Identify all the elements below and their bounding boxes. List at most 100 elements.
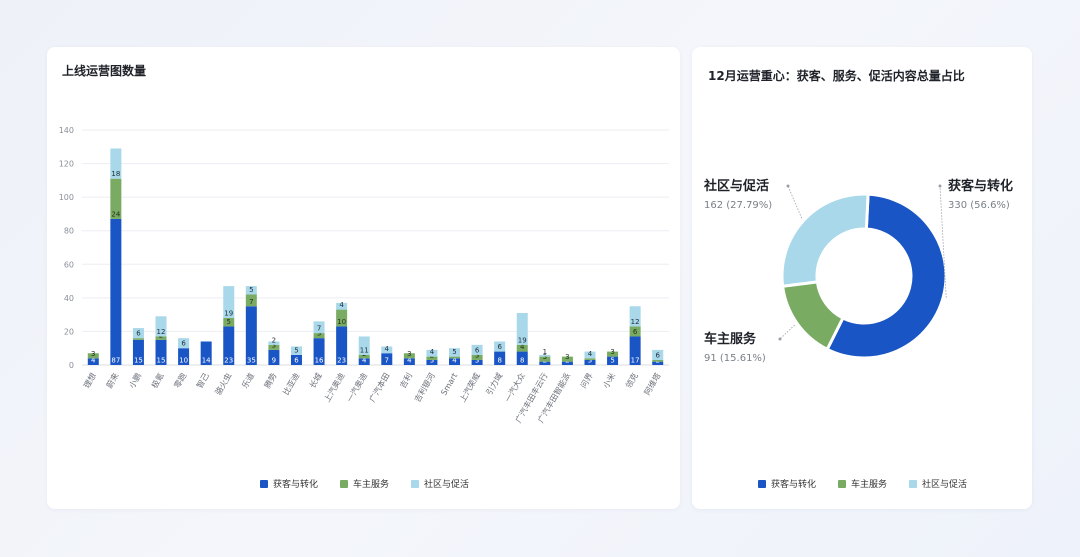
legend-item[interactable]: 车主服务 — [340, 477, 389, 490]
slice-name-label: 社区与促活 — [703, 178, 769, 194]
bar-value-label: 23 — [224, 357, 233, 365]
bar-value-label: 12 — [157, 328, 166, 336]
label-leader-line — [779, 324, 795, 340]
bar-value-label: 10 — [337, 318, 346, 326]
legend-swatch — [909, 479, 918, 488]
bar-value-label: 4 — [430, 348, 435, 356]
bar-value-label: 7 — [249, 298, 253, 306]
bar-value-label: 14 — [202, 357, 211, 365]
x-tick-label: 骆火虫 — [213, 371, 234, 397]
donut-chart: 获客与转化 330 (56.6%) 车主服务 91 (15.61%) 社区与促活 162 … — [703, 178, 1013, 364]
x-tick-label: 极氪 — [149, 371, 166, 390]
bar-value-label: 4 — [588, 350, 593, 358]
bar-value-label: 1 — [543, 348, 547, 356]
y-tick-label: 0 — [69, 361, 74, 370]
x-tick-label: 乐道 — [239, 371, 256, 390]
donut-slice — [780, 192, 870, 288]
x-tick-label: 上汽荣威 — [457, 371, 482, 404]
bar-value-label: 7 — [385, 357, 389, 365]
bar-value-label: 12 — [631, 318, 640, 326]
legend-item[interactable]: 获客与转化 — [260, 477, 318, 490]
leader-dot — [778, 337, 782, 341]
legend-item[interactable]: 获客与转化 — [758, 477, 816, 490]
bar-value-label: 2 — [272, 336, 276, 344]
bar-value-label: 5 — [294, 346, 298, 354]
bar-value-label: 35 — [247, 357, 256, 365]
bar-value-label: 7 — [317, 325, 321, 333]
bar-chart-legend: 获客与转化 车主服务 社区与促活 — [260, 477, 469, 490]
x-tick-label: 领克 — [623, 371, 640, 390]
x-tick-label: 腾势 — [262, 371, 279, 390]
bar-chart-card: 上线运营图数量 0 20 40 60 80 100 120 140 4 3 理想 87 24 18 蔚来 15… — [47, 47, 680, 509]
bar-value-label: 5 — [610, 357, 614, 365]
x-tick-label: 广汽本田 — [367, 371, 392, 404]
legend-swatch — [260, 479, 268, 488]
slice-value-label: 330 (56.6%) — [948, 200, 1010, 211]
bar-value-label: 9 — [272, 357, 276, 365]
legend-swatch — [411, 479, 420, 488]
bar-value-label: 3 — [91, 350, 95, 358]
bar-value-label: 4 — [385, 345, 390, 353]
x-tick-label: 引力域 — [484, 371, 505, 397]
leader-dot — [786, 184, 790, 188]
y-tick-label: 120 — [59, 160, 74, 169]
x-tick-label: 零跑 — [173, 372, 189, 390]
donut-chart-legend: 获客与转化 车主服务 社区与促活 — [758, 477, 967, 490]
bar-value-label: 24 — [111, 210, 120, 218]
slice-name-label: 车主服务 — [704, 331, 757, 347]
bar-value-label: 3 — [565, 353, 569, 361]
bar-value-label: 23 — [337, 357, 346, 365]
bar-value-label: 11 — [360, 346, 369, 354]
bar-value-label: 6 — [475, 346, 480, 354]
legend-swatch — [340, 479, 349, 488]
x-tick-label: 理想 — [81, 371, 98, 390]
bar-value-label: 17 — [631, 357, 640, 365]
bar-value-label: 6 — [136, 330, 141, 338]
bar-value-label: 16 — [315, 357, 324, 365]
legend-label: 车主服务 — [851, 480, 888, 490]
legend-item[interactable]: 社区与促活 — [411, 477, 469, 490]
x-tick-label: 小鹏 — [127, 371, 144, 390]
label-leader-line — [787, 185, 803, 219]
y-gridlines: 0 20 40 60 80 100 120 140 — [59, 126, 669, 370]
slice-name-label: 获客与转化 — [948, 178, 1013, 194]
legend-swatch — [838, 479, 847, 488]
y-tick-label: 20 — [64, 327, 74, 336]
bar-value-label: 10 — [179, 357, 188, 365]
x-tick-label: 吉利银河 — [412, 371, 437, 404]
x-tick-label: 小米 — [601, 371, 618, 390]
y-tick-label: 80 — [64, 227, 74, 236]
x-tick-label: 吉利 — [397, 371, 414, 390]
bar-value-label: 8 — [520, 357, 524, 365]
stacked-bar-chart: 02040608010012014043理想872418蔚来1516小鹏1521… — [59, 126, 669, 424]
bar-value-label: 5 — [452, 348, 456, 356]
bar-segment — [110, 218, 122, 365]
legend-item[interactable]: 车主服务 — [838, 477, 887, 490]
bar-value-label: 6 — [181, 340, 186, 348]
x-tick-label: Smart — [439, 372, 459, 397]
bar-value-label: 3 — [610, 348, 614, 356]
bar-value-label: 5 — [227, 318, 231, 326]
leader-dot — [938, 184, 942, 188]
legend-label: 社区与促活 — [424, 480, 470, 490]
x-tick-label: 问界 — [579, 372, 595, 390]
y-tick-label: 40 — [64, 294, 74, 303]
x-tick-label: 比亚迪 — [281, 371, 302, 397]
bar-value-label: 87 — [111, 357, 120, 365]
bar-value-label: 6 — [497, 343, 502, 351]
x-tick-label: 一汽大众 — [502, 371, 527, 404]
x-tick-label: 上汽奥迪 — [322, 371, 347, 404]
bar-value-label: 18 — [111, 170, 120, 178]
bar-value-label: 3 — [407, 350, 411, 358]
x-tick-label: 蔚来 — [104, 371, 121, 390]
legend-item[interactable]: 社区与促活 — [909, 477, 967, 490]
legend-label: 社区与促活 — [922, 480, 968, 490]
legend-label: 获客与转化 — [273, 480, 319, 490]
bar-value-label: 6 — [633, 328, 638, 336]
y-tick-label: 60 — [64, 260, 74, 269]
legend-label: 车主服务 — [353, 480, 390, 490]
bar-value-label: 4 — [339, 301, 344, 309]
bar-value-label: 6 — [655, 351, 660, 359]
slice-value-label: 162 (27.79%) — [704, 200, 772, 211]
x-tick-label: 智己 — [194, 371, 211, 390]
